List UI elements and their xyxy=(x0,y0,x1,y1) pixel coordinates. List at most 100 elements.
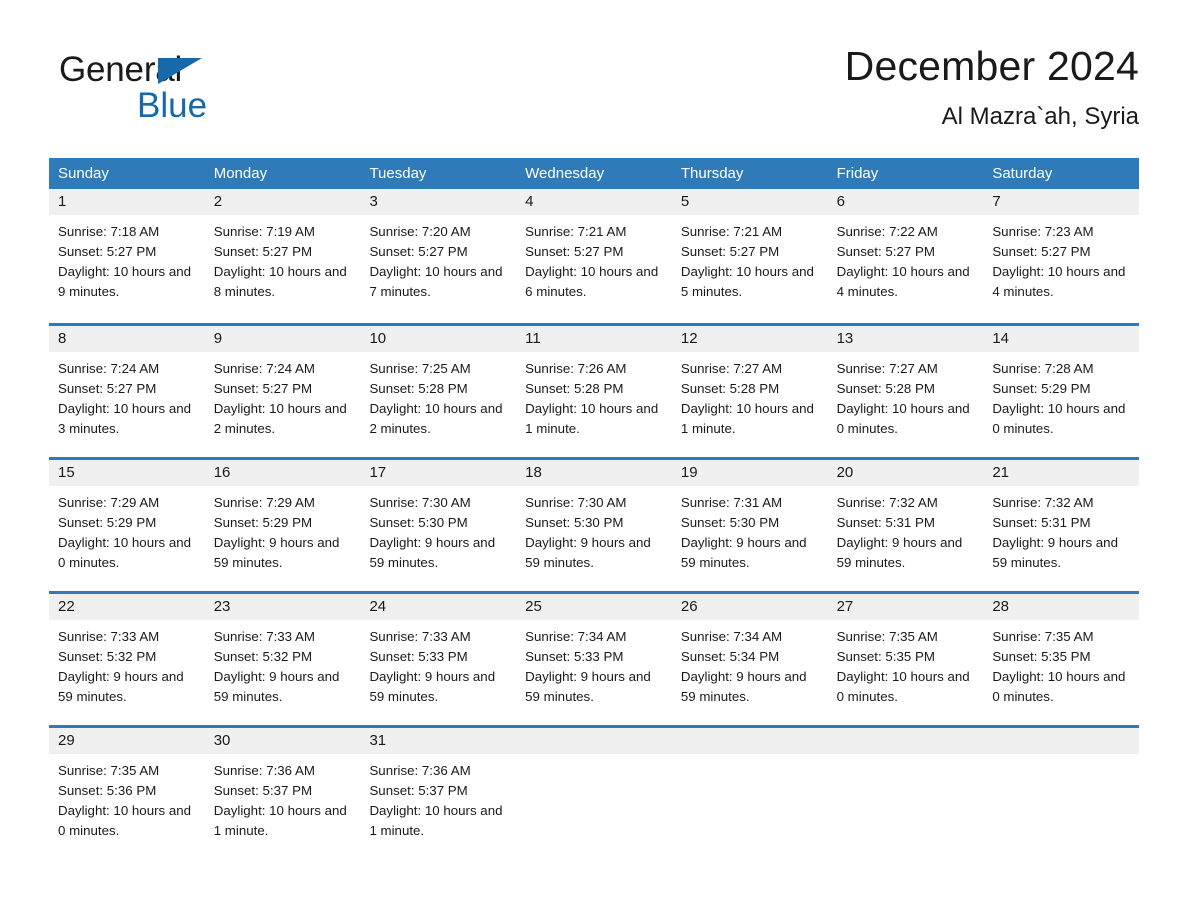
sunset-text: Sunset: 5:27 PM xyxy=(369,244,468,259)
sunrise-text: Sunrise: 7:20 AM xyxy=(369,224,471,239)
day-number: 24 xyxy=(369,598,387,615)
day-number-band: 28 xyxy=(983,594,1140,620)
day-number-band: 24 xyxy=(360,594,517,620)
day-number: 19 xyxy=(680,464,698,481)
calendar-day-cell[interactable]: 21 Sunrise: 7:32 AM Sunset: 5:31 PM Dayligh… xyxy=(983,460,1140,579)
calendar-day-cell[interactable]: 2 Sunrise: 7:19 AM Sunset: 5:27 PM Daylight… xyxy=(204,189,361,311)
day-number-band: 17 xyxy=(360,460,517,486)
day-number: 30 xyxy=(213,732,231,749)
sunrise-text: Sunrise: 7:26 AM xyxy=(525,361,627,376)
calendar-day-cell[interactable]: 4 Sunrise: 7:21 AM Sunset: 5:27 PM Daylight… xyxy=(516,189,672,311)
day-number-band xyxy=(516,728,672,754)
daylight-text: Daylight: 9 hours and 59 minutes. xyxy=(58,669,184,704)
day-details: Sunrise: 7:30 AM Sunset: 5:30 PM Daylight:… xyxy=(360,486,516,573)
day-number: 21 xyxy=(992,464,1009,481)
calendar-day-cell[interactable]: 31 Sunrise: 7:36 AM Sunset: 5:37 PM Dayligh… xyxy=(360,728,517,847)
day-details: Sunrise: 7:21 AM Sunset: 5:27 PM Daylight:… xyxy=(516,215,672,302)
sunrise-text: Sunrise: 7:29 AM xyxy=(58,495,160,510)
daylight-text: Daylight: 9 hours and 59 minutes. xyxy=(525,669,651,704)
day-number-band: 9 xyxy=(204,326,361,352)
sunset-text: Sunset: 5:32 PM xyxy=(58,649,157,664)
sunrise-text: Sunrise: 7:32 AM xyxy=(992,495,1094,510)
day-details: Sunrise: 7:33 AM Sunset: 5:32 PM Daylight:… xyxy=(49,620,205,707)
daylight-text: Daylight: 10 hours and 0 minutes. xyxy=(992,669,1126,704)
daylight-text: Daylight: 10 hours and 7 minutes. xyxy=(369,264,503,299)
calendar-day-cell[interactable]: 6 Sunrise: 7:22 AM Sunset: 5:27 PM Daylight… xyxy=(827,189,984,311)
day-number-band: 25 xyxy=(516,594,672,620)
sunrise-text: Sunrise: 7:35 AM xyxy=(58,763,160,778)
calendar-day-cell[interactable]: 12 Sunrise: 7:27 AM Sunset: 5:28 PM Dayligh… xyxy=(671,326,828,445)
calendar-day-cell[interactable]: 9 Sunrise: 7:24 AM Sunset: 5:27 PM Daylight… xyxy=(204,326,361,445)
weekday-header-thursday: Thursday xyxy=(680,165,744,182)
day-details: Sunrise: 7:20 AM Sunset: 5:27 PM Daylight:… xyxy=(360,215,516,302)
calendar-day-cell[interactable]: 29 Sunrise: 7:35 AM Sunset: 5:36 PM Dayligh… xyxy=(49,728,205,847)
calendar-day-cell[interactable]: 30 Sunrise: 7:36 AM Sunset: 5:37 PM Dayligh… xyxy=(204,728,361,847)
day-details xyxy=(672,754,828,761)
day-details xyxy=(983,754,1139,761)
day-details: Sunrise: 7:33 AM Sunset: 5:33 PM Daylight:… xyxy=(360,620,516,707)
sunset-text: Sunset: 5:28 PM xyxy=(680,381,780,396)
calendar-day-cell[interactable]: 20 Sunrise: 7:32 AM Sunset: 5:31 PM Dayligh… xyxy=(827,460,984,579)
calendar-day-cell[interactable]: 5 Sunrise: 7:21 AM Sunset: 5:27 PM Daylight… xyxy=(671,189,828,311)
day-number-band: 7 xyxy=(983,189,1140,215)
sunrise-text: Sunrise: 7:33 AM xyxy=(369,629,471,644)
day-details: Sunrise: 7:30 AM Sunset: 5:30 PM Daylight:… xyxy=(516,486,672,573)
calendar-day-cell[interactable]: 1 Sunrise: 7:18 AM Sunset: 5:27 PM Daylight… xyxy=(49,189,205,311)
calendar-day-cell[interactable]: 7 Sunrise: 7:23 AM Sunset: 5:27 PM Daylight… xyxy=(983,189,1140,311)
general-blue-logo[interactable]: General Blue xyxy=(59,50,319,132)
sunset-text: Sunset: 5:29 PM xyxy=(992,381,1091,396)
day-number-band: 22 xyxy=(49,594,205,620)
daylight-text: Daylight: 9 hours and 59 minutes. xyxy=(213,669,340,704)
calendar-day-cell[interactable]: 10 Sunrise: 7:25 AM Sunset: 5:28 PM Dayligh… xyxy=(360,326,517,445)
day-number-band: 4 xyxy=(516,189,672,215)
sunrise-text: Sunrise: 7:36 AM xyxy=(369,763,471,778)
calendar-day-cell[interactable]: 28 Sunrise: 7:35 AM Sunset: 5:35 PM Dayligh… xyxy=(983,594,1140,713)
calendar-day-cell[interactable]: 15 Sunrise: 7:29 AM Sunset: 5:29 PM Dayligh… xyxy=(49,460,205,579)
day-number: 20 xyxy=(836,464,854,481)
page-header: General Blue December 2024 Al Mazra`ah, … xyxy=(49,40,1139,150)
page-title: December 2024 xyxy=(844,43,1139,89)
sunrise-text: Sunrise: 7:35 AM xyxy=(992,629,1094,644)
calendar-day-cell[interactable]: 26 Sunrise: 7:34 AM Sunset: 5:34 PM Dayligh… xyxy=(671,594,828,713)
calendar-empty-cell xyxy=(983,728,1140,847)
day-number-band: 19 xyxy=(671,460,828,486)
sunset-text: Sunset: 5:28 PM xyxy=(525,381,624,396)
calendar-day-cell[interactable]: 23 Sunrise: 7:33 AM Sunset: 5:32 PM Dayligh… xyxy=(204,594,361,713)
day-number: 6 xyxy=(836,193,845,210)
weekday-header-sunday: Sunday xyxy=(58,165,109,182)
sunrise-text: Sunrise: 7:33 AM xyxy=(213,629,315,644)
calendar-day-cell[interactable]: 24 Sunrise: 7:33 AM Sunset: 5:33 PM Dayligh… xyxy=(360,594,517,713)
sunset-text: Sunset: 5:27 PM xyxy=(525,244,624,259)
daylight-text: Daylight: 10 hours and 5 minutes. xyxy=(680,264,814,299)
calendar-day-cell[interactable]: 19 Sunrise: 7:31 AM Sunset: 5:30 PM Dayligh… xyxy=(671,460,828,579)
calendar-day-cell[interactable]: 22 Sunrise: 7:33 AM Sunset: 5:32 PM Dayligh… xyxy=(49,594,205,713)
daylight-text: Daylight: 10 hours and 9 minutes. xyxy=(58,264,192,299)
day-number-band: 23 xyxy=(204,594,361,620)
weekday-header-tuesday: Tuesday xyxy=(369,165,427,182)
calendar-day-cell[interactable]: 25 Sunrise: 7:34 AM Sunset: 5:33 PM Dayligh… xyxy=(516,594,672,713)
day-number-band: 30 xyxy=(204,728,361,754)
calendar-day-cell[interactable]: 13 Sunrise: 7:27 AM Sunset: 5:28 PM Dayligh… xyxy=(827,326,984,445)
sunset-text: Sunset: 5:28 PM xyxy=(369,381,468,396)
day-details: Sunrise: 7:27 AM Sunset: 5:28 PM Daylight:… xyxy=(828,352,984,439)
sunrise-text: Sunrise: 7:18 AM xyxy=(58,224,160,239)
sunrise-text: Sunrise: 7:29 AM xyxy=(213,495,315,510)
day-number-band: 21 xyxy=(983,460,1140,486)
calendar-day-cell[interactable]: 14 Sunrise: 7:28 AM Sunset: 5:29 PM Dayligh… xyxy=(983,326,1140,445)
calendar-day-cell[interactable]: 17 Sunrise: 7:30 AM Sunset: 5:30 PM Dayligh… xyxy=(360,460,517,579)
sunset-text: Sunset: 5:27 PM xyxy=(992,244,1091,259)
day-number-band: 26 xyxy=(671,594,828,620)
sunset-text: Sunset: 5:31 PM xyxy=(836,515,935,530)
calendar-day-cell[interactable]: 3 Sunrise: 7:20 AM Sunset: 5:27 PM Daylight… xyxy=(360,189,517,311)
calendar-day-cell[interactable]: 16 Sunrise: 7:29 AM Sunset: 5:29 PM Dayligh… xyxy=(204,460,361,579)
day-details: Sunrise: 7:35 AM Sunset: 5:36 PM Daylight:… xyxy=(49,754,205,841)
calendar-day-cell[interactable]: 11 Sunrise: 7:26 AM Sunset: 5:28 PM Dayligh… xyxy=(516,326,672,445)
calendar-day-cell[interactable]: 18 Sunrise: 7:30 AM Sunset: 5:30 PM Dayligh… xyxy=(516,460,672,579)
sunrise-text: Sunrise: 7:21 AM xyxy=(525,224,627,239)
calendar-day-cell[interactable]: 8 Sunrise: 7:24 AM Sunset: 5:27 PM Daylight… xyxy=(49,326,205,445)
day-details: Sunrise: 7:32 AM Sunset: 5:31 PM Daylight:… xyxy=(983,486,1139,573)
day-number: 25 xyxy=(525,598,542,615)
daylight-text: Daylight: 9 hours and 59 minutes. xyxy=(369,669,496,704)
sunrise-text: Sunrise: 7:34 AM xyxy=(525,629,627,644)
calendar-day-cell[interactable]: 27 Sunrise: 7:35 AM Sunset: 5:35 PM Dayligh… xyxy=(827,594,984,713)
